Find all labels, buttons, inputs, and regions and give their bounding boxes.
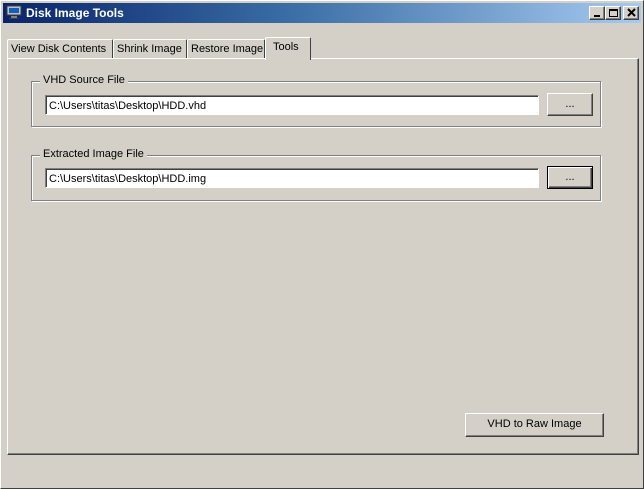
extracted-image-field[interactable] (45, 168, 539, 188)
browse-label: ... (565, 98, 575, 110)
close-button[interactable] (623, 6, 639, 20)
extracted-image-browse-button[interactable]: ... (547, 166, 593, 189)
close-icon (627, 8, 636, 17)
tab-view-disk-contents[interactable]: View Disk Contents (7, 39, 113, 59)
tab-label: View Disk Contents (11, 43, 107, 55)
tab-restore-image[interactable]: Restore Image (187, 39, 265, 59)
browse-label: ... (565, 171, 575, 183)
vhd-to-raw-image-button[interactable]: VHD to Raw Image (465, 413, 604, 437)
maximize-icon (609, 9, 618, 17)
minimize-button[interactable] (589, 6, 605, 20)
vhd-source-browse-button[interactable]: ... (547, 93, 593, 116)
tools-tab-panel: VHD Source File ... Extracted Image File… (7, 58, 639, 455)
minimize-icon (594, 15, 600, 17)
app-icon (6, 5, 22, 20)
tab-label: Restore Image (191, 43, 264, 55)
window-title: Disk Image Tools (26, 6, 124, 20)
title-bar[interactable]: Disk Image Tools (3, 3, 641, 23)
tab-tools[interactable]: Tools (265, 37, 311, 60)
tab-strip: View Disk Contents Shrink Image Restore … (7, 37, 637, 60)
extracted-image-label: Extracted Image File (40, 148, 147, 160)
tab-shrink-image[interactable]: Shrink Image (113, 39, 187, 59)
maximize-button[interactable] (605, 6, 621, 20)
vhd-source-field[interactable] (45, 95, 539, 115)
convert-label: VHD to Raw Image (487, 418, 582, 430)
tab-label: Shrink Image (117, 43, 182, 55)
vhd-source-group: VHD Source File ... (31, 74, 601, 127)
app-window: Disk Image Tools View Disk Contents Shri… (0, 0, 644, 489)
tab-label: Tools (273, 41, 299, 53)
extracted-image-group: Extracted Image File ... (31, 148, 601, 201)
vhd-source-label: VHD Source File (40, 74, 128, 86)
